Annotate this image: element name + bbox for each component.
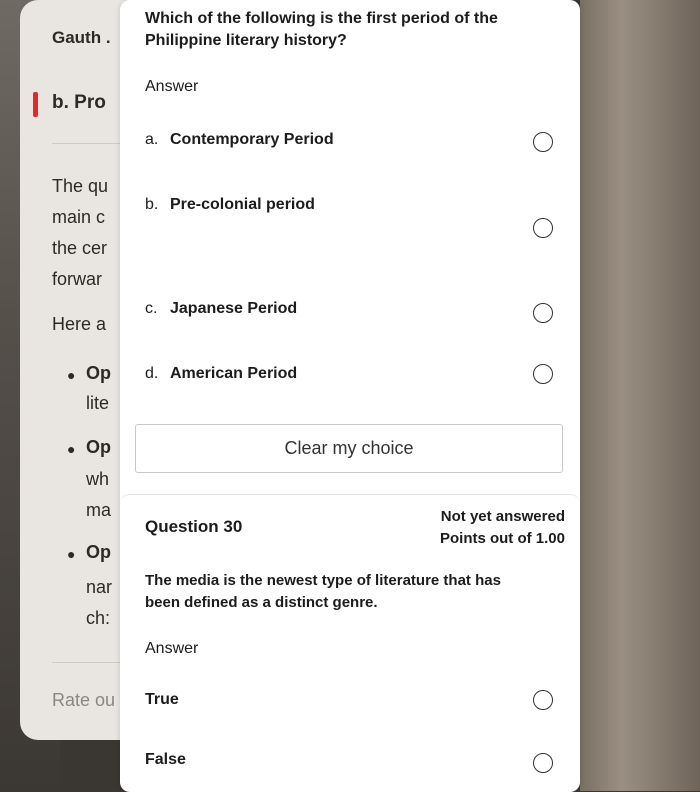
option-d[interactable]: d. American Period: [145, 365, 560, 389]
question-30-text-line: The media is the newest type of literatu…: [145, 572, 501, 589]
gauth-answer-heading: b. Pro: [52, 92, 106, 113]
question-30-title: Question 30: [145, 517, 243, 536]
option-label: Japanese Period: [170, 300, 298, 317]
question-30-text-line: been defined as a distinct genre.: [145, 594, 378, 611]
clear-choice-button[interactable]: Clear my choice: [135, 424, 563, 473]
radio-option-false[interactable]: [533, 753, 553, 773]
accent-bar: [33, 92, 38, 117]
option-letter: c.: [145, 300, 158, 317]
option-false-label[interactable]: False: [145, 751, 186, 769]
gauth-para-line: forwar: [52, 269, 103, 289]
gauth-bullet-text: lite: [86, 393, 110, 413]
bullet-dot: ●: [67, 441, 76, 457]
question-29-text-line: Which of the following is the first peri…: [145, 10, 498, 27]
gauth-bullet-text: ma: [86, 500, 112, 520]
gauth-bullet-text: Op: [86, 542, 111, 562]
gauth-para-line: The qu: [52, 176, 109, 196]
option-label: Contemporary Period: [170, 131, 334, 148]
option-label: American Period: [170, 365, 298, 382]
gauth-title: Gauth .: [52, 28, 111, 47]
option-letter: a.: [145, 131, 159, 148]
background-right: [580, 0, 700, 791]
bullet-dot: ●: [67, 367, 76, 383]
question-30-card: Question 30 Not yet answered Points out …: [120, 494, 580, 792]
radio-option-c[interactable]: [533, 303, 553, 323]
option-a[interactable]: a. Contemporary Period: [145, 131, 560, 155]
question-29-text-line: Philippine literary history?: [145, 32, 347, 49]
answer-label: Answer: [145, 640, 199, 657]
gauth-here-line: Here a: [52, 314, 107, 334]
gauth-para-line: main c: [52, 207, 106, 227]
gauth-para-line: the cer: [52, 238, 108, 258]
option-b[interactable]: b. Pre-colonial period: [145, 196, 560, 220]
radio-option-true[interactable]: [533, 690, 553, 710]
option-letter: b.: [145, 196, 159, 213]
gauth-bullet-text: wh: [86, 469, 110, 489]
gauth-bullet-text: ch:: [86, 608, 111, 628]
option-letter: d.: [145, 365, 159, 382]
option-c[interactable]: c. Japanese Period: [145, 300, 560, 324]
option-true-label[interactable]: True: [145, 691, 179, 709]
bullet-dot: ●: [67, 546, 76, 562]
gauth-bullet-text: nar: [86, 577, 113, 597]
gauth-bullet-text: Op: [86, 363, 111, 383]
gauth-bullet-text: Op: [86, 437, 111, 457]
radio-option-a[interactable]: [533, 132, 553, 152]
radio-option-d[interactable]: [533, 364, 553, 384]
radio-option-b[interactable]: [533, 218, 553, 238]
answer-label: Answer: [145, 78, 199, 95]
question-status: Not yet answered: [440, 508, 565, 525]
question-points: Points out of 1.00: [439, 530, 565, 547]
gauth-rate-line: Rate ou: [52, 690, 116, 710]
option-label: Pre-colonial period: [170, 196, 315, 213]
quiz-panel: Which of the following is the first peri…: [120, 0, 580, 792]
